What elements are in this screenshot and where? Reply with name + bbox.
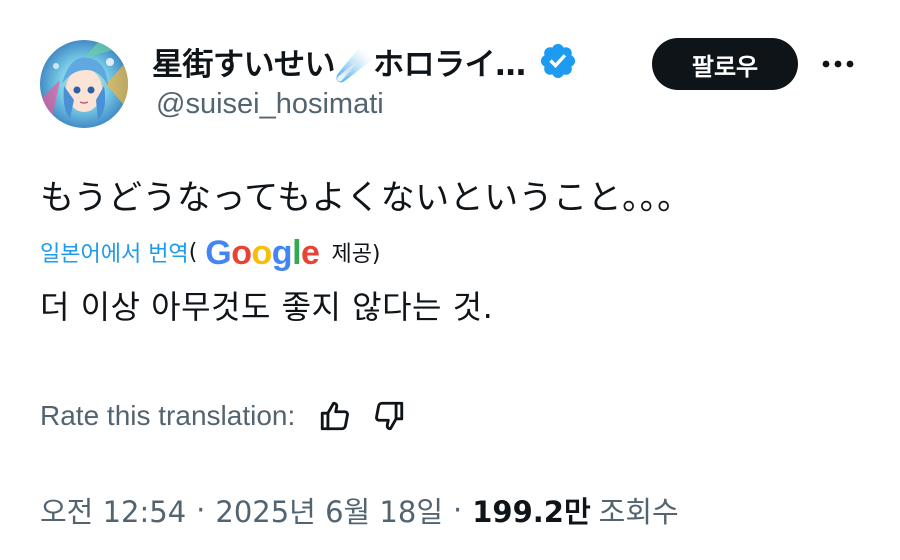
thumbs-up-icon[interactable] (317, 398, 353, 434)
tweet-time[interactable]: 오전 12:54 (40, 489, 186, 531)
google-logo: Google (205, 233, 320, 272)
rate-translation-label: Rate this translation: (40, 400, 296, 431)
more-dots-icon[interactable] (818, 50, 858, 78)
verified-badge-icon[interactable] (538, 41, 578, 81)
rate-translation-row: Rate this translation: (40, 394, 407, 438)
tweet-meta: 오전 12:54 · 2025년 6월 18일 · 199.2만 조회수 (40, 488, 679, 532)
tweet-text: もうどうなってもよくないということ。。。 (40, 178, 692, 218)
translation-attribution: 일본어에서 번역 ( Google 제공) (40, 232, 381, 272)
avatar[interactable] (40, 40, 128, 128)
author-handle[interactable]: @suisei_hosimati (156, 88, 384, 121)
tweet-date[interactable]: 2025년 6월 18일 (215, 489, 443, 531)
provided-by-label: 제공) (331, 242, 381, 267)
open-paren: ( (188, 239, 198, 265)
meta-separator: · (453, 493, 463, 527)
author-display-name[interactable]: 星街すいせい☄️ホロライ… (152, 39, 526, 84)
translated-from-link[interactable]: 일본어에서 번역 (40, 236, 189, 268)
follow-button[interactable]: 팔로우 (652, 38, 798, 90)
avatar-illustration (40, 40, 128, 128)
views-label: 조회수 (598, 495, 679, 529)
thumbs-down-icon[interactable] (371, 398, 407, 434)
meta-separator: · (196, 493, 206, 527)
author-name-row: 星街すいせい☄️ホロライ… (152, 36, 578, 86)
translated-text: 더 이상 아무것도 좋지 않다는 것. (40, 288, 494, 326)
views-count: 199.2만 (472, 495, 591, 529)
